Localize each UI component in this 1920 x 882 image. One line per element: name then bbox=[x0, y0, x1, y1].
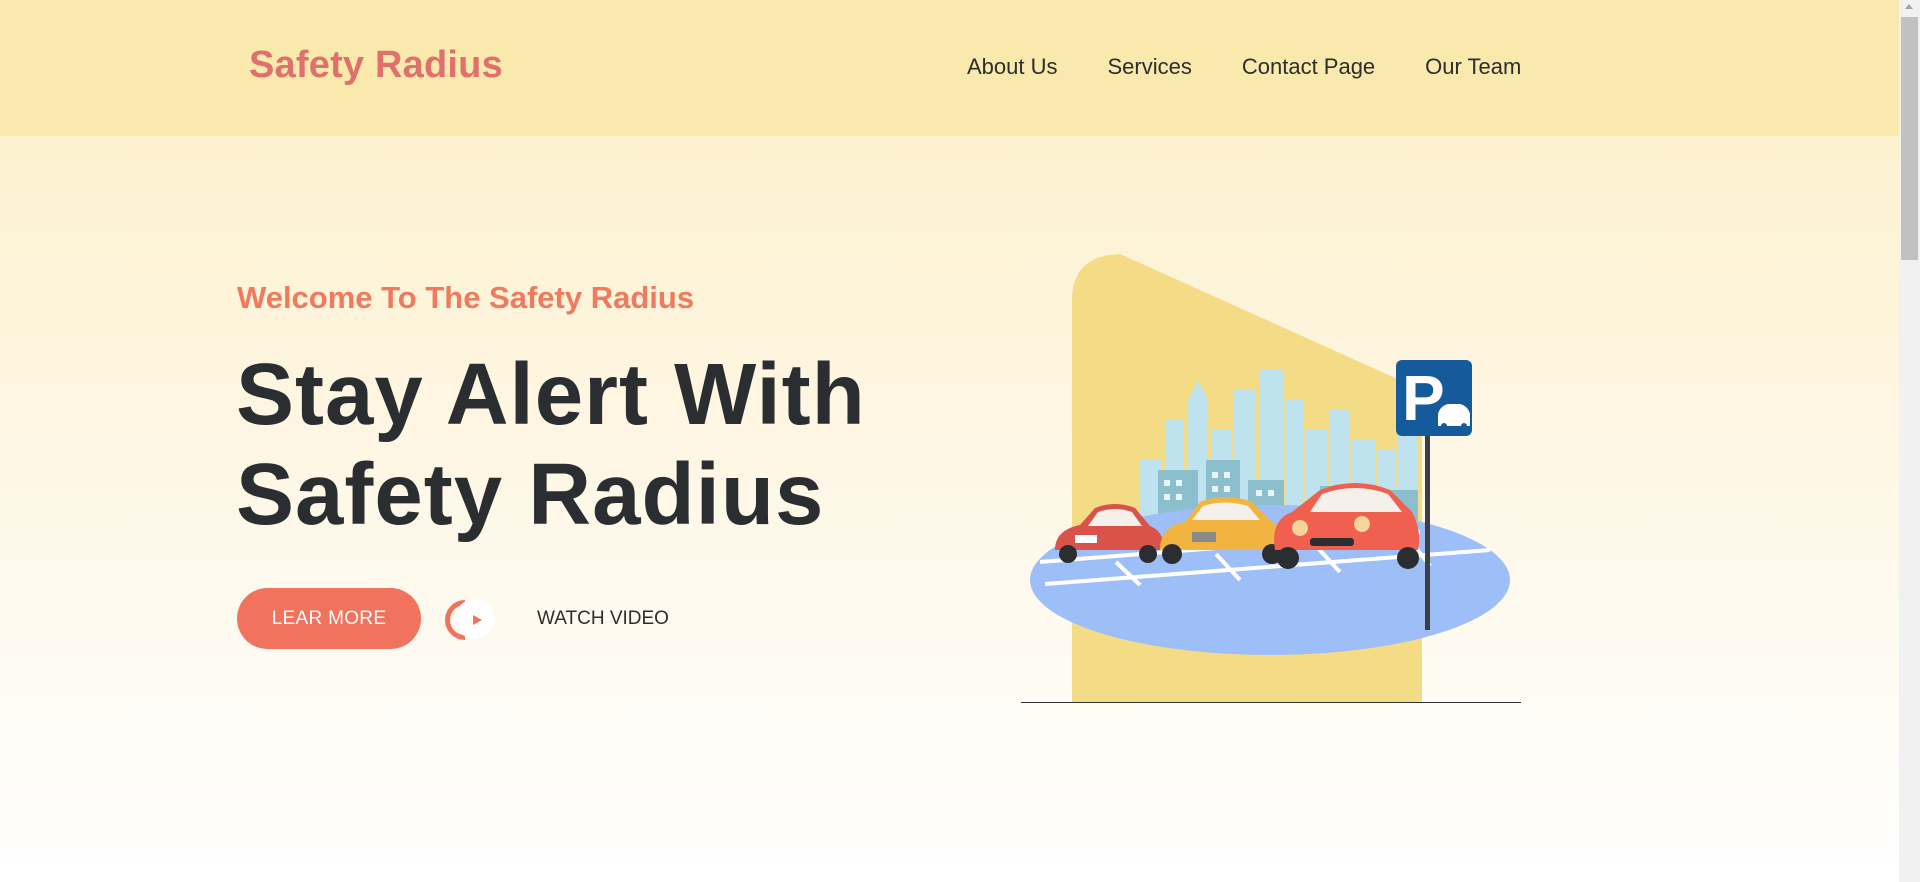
site-header: Safety Radius About Us Services Contact … bbox=[0, 0, 1899, 136]
sign-car-icon bbox=[1438, 404, 1470, 429]
vertical-scrollbar[interactable] bbox=[1899, 0, 1920, 882]
page: Safety Radius About Us Services Contact … bbox=[0, 0, 1920, 882]
nav-link-our-team[interactable]: Our Team bbox=[1425, 54, 1521, 80]
parking-lot-illustration: P bbox=[1030, 254, 1510, 702]
learn-more-button[interactable]: LEAR MORE bbox=[237, 588, 421, 649]
parking-sign-pole bbox=[1425, 430, 1430, 630]
hero-headline-line-2: Safety Radius bbox=[236, 446, 825, 543]
nav-link-services[interactable]: Services bbox=[1108, 54, 1192, 80]
illustration-baseline bbox=[1021, 702, 1521, 703]
nav-link-about-us[interactable]: About Us bbox=[967, 54, 1058, 80]
hero-welcome-text: Welcome To The Safety Radius bbox=[237, 280, 695, 315]
hero-headline-line-1: Stay Alert With bbox=[236, 346, 866, 443]
play-icon bbox=[473, 615, 482, 625]
nav-link-contact-page[interactable]: Contact Page bbox=[1242, 54, 1375, 80]
watch-video-link[interactable]: WATCH VIDEO bbox=[537, 608, 669, 630]
hero-headline: Stay Alert With Safety Radius bbox=[236, 345, 866, 545]
scrollbar-thumb[interactable] bbox=[1901, 17, 1918, 260]
scroll-up-icon[interactable] bbox=[1905, 4, 1913, 9]
main-nav: About Us Services Contact Page Our Team bbox=[967, 54, 1521, 80]
site-logo[interactable]: Safety Radius bbox=[249, 44, 503, 87]
play-video-button[interactable] bbox=[436, 591, 501, 649]
